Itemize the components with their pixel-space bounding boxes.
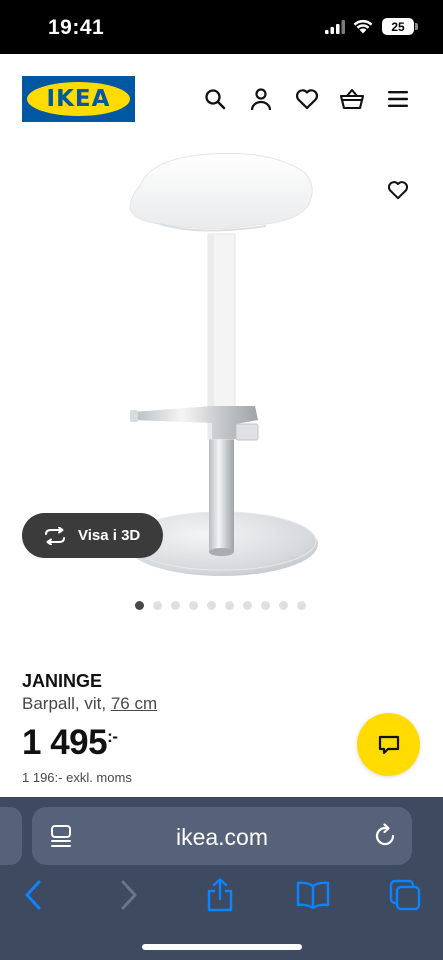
- gallery-dot[interactable]: [297, 601, 306, 610]
- price-amount: 1 495: [22, 723, 108, 762]
- account-button[interactable]: [248, 86, 274, 112]
- price-suffix: :-: [107, 727, 118, 746]
- chevron-right-icon: [121, 880, 137, 910]
- favourites-button[interactable]: [294, 86, 320, 112]
- ikea-logo-text: IKEA: [46, 86, 111, 112]
- battery-icon: 25: [382, 18, 414, 35]
- gallery-dot[interactable]: [279, 601, 288, 610]
- product-price: 1 495:-: [22, 723, 118, 763]
- status-time: 19:41: [48, 16, 105, 39]
- bookmarks-button[interactable]: [296, 878, 330, 912]
- wifi-icon: [353, 19, 373, 34]
- product-description: Barpall, vit, 76 cm: [22, 694, 157, 714]
- price-excl-vat: 1 196:- exkl. moms: [22, 770, 132, 785]
- basket-button[interactable]: [339, 86, 365, 112]
- basket-icon: [339, 88, 365, 110]
- view-in-3d-label: Visa i 3D: [78, 527, 141, 544]
- chat-button[interactable]: [357, 713, 420, 776]
- heart-icon: [295, 89, 319, 110]
- gallery-dot[interactable]: [207, 601, 216, 610]
- forward-button[interactable]: [112, 878, 146, 912]
- gallery-dot[interactable]: [135, 601, 144, 610]
- back-button[interactable]: [16, 878, 50, 912]
- gallery-dot[interactable]: [225, 601, 234, 610]
- url-text[interactable]: ikea.com: [32, 824, 412, 851]
- share-icon: [207, 878, 233, 912]
- ikea-logo-oval: IKEA: [27, 82, 130, 116]
- gallery-dot[interactable]: [171, 601, 180, 610]
- share-button[interactable]: [203, 878, 237, 912]
- view-in-3d-button[interactable]: Visa i 3D: [22, 513, 163, 558]
- tabs-button[interactable]: [388, 878, 422, 912]
- battery-level: 25: [391, 19, 405, 34]
- product-type: Barpall, vit,: [22, 694, 107, 713]
- previous-tab-preview[interactable]: [0, 807, 22, 865]
- rotate-3d-icon: [45, 526, 65, 545]
- gallery-dot[interactable]: [261, 601, 270, 610]
- ikea-logo[interactable]: IKEA: [22, 76, 135, 122]
- home-indicator: [142, 944, 302, 950]
- gallery-dot[interactable]: [189, 601, 198, 610]
- battery-nub: [415, 23, 418, 30]
- search-button[interactable]: [202, 86, 228, 112]
- tabs-icon: [389, 879, 421, 911]
- gallery-pagination: [135, 601, 306, 611]
- product-name: JANINGE: [22, 671, 103, 691]
- search-icon: [205, 89, 226, 110]
- book-icon: [296, 881, 330, 909]
- product-size-link[interactable]: 76 cm: [111, 694, 157, 713]
- screen: { "status_bar": { "time": "19:41", "batt…: [0, 0, 443, 960]
- cellular-signal-icon: [325, 20, 345, 34]
- account-icon: [250, 88, 272, 111]
- reload-icon[interactable]: [372, 823, 398, 849]
- heart-icon: [387, 181, 409, 200]
- menu-button[interactable]: [385, 86, 411, 112]
- site-header: IKEA: [0, 54, 443, 144]
- menu-icon: [388, 91, 408, 107]
- status-bar: 19:41 25: [0, 0, 443, 54]
- gallery-dot[interactable]: [243, 601, 252, 610]
- address-bar[interactable]: ikea.com: [32, 807, 412, 865]
- chevron-left-icon: [25, 880, 41, 910]
- gallery-dot[interactable]: [153, 601, 162, 610]
- product-favourite-button[interactable]: [384, 176, 412, 204]
- chat-icon: [378, 735, 399, 754]
